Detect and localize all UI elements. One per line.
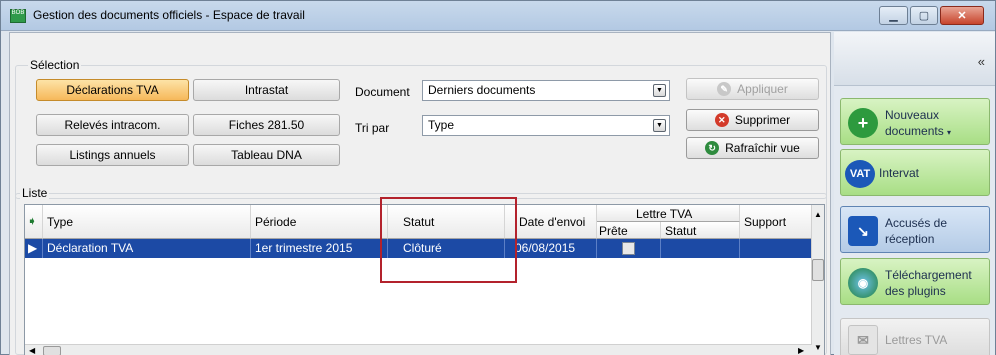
delete-button-label: Supprimer bbox=[734, 113, 791, 127]
plugins-download-label-line1: Téléchargement bbox=[885, 268, 972, 282]
column-header-status[interactable]: Statut bbox=[388, 205, 505, 239]
tab-releves-intracom[interactable]: Relevés intracom. bbox=[36, 114, 189, 136]
arrow-right-icon: ➧ bbox=[27, 214, 38, 228]
minimize-button[interactable]: ▁ bbox=[879, 6, 908, 25]
row-pointer-icon: ▶ bbox=[25, 239, 43, 258]
new-documents-label-line1: Nouveaux bbox=[885, 108, 940, 122]
plus-icon: + bbox=[848, 108, 878, 138]
cell-status: Clôturé bbox=[388, 239, 505, 258]
column-header-support[interactable]: Support bbox=[740, 205, 812, 239]
documents-grid[interactable]: ➧ Type Période Statut Date d'envoi Lettr… bbox=[24, 204, 825, 355]
scroll-right-icon[interactable]: ▶ bbox=[798, 346, 804, 355]
list-group-label: Liste bbox=[20, 186, 50, 200]
selection-group-label: Sélection bbox=[28, 58, 82, 72]
scroll-down-icon[interactable]: ▼ bbox=[814, 343, 822, 352]
intervat-label: Intervat bbox=[879, 166, 920, 180]
document-label: Document bbox=[355, 85, 410, 99]
new-documents-button[interactable]: + Nouveaux documents ▾ bbox=[840, 98, 990, 145]
horizontal-scrollbar[interactable]: ◀ ▶ bbox=[25, 344, 812, 355]
new-documents-label-line2: documents bbox=[885, 124, 944, 138]
dropdown-arrow-icon: ▾ bbox=[947, 128, 952, 137]
new-documents-label: Nouveaux documents ▾ bbox=[885, 107, 951, 141]
minimize-icon: ▁ bbox=[889, 10, 898, 22]
refresh-button[interactable]: ↻ Rafraîchir vue bbox=[686, 137, 819, 159]
title-bar[interactable]: BOB Gestion des documents officiels - Es… bbox=[1, 1, 995, 31]
cell-sent-date: 06/08/2015 bbox=[505, 239, 597, 258]
receipts-button[interactable]: ↘ Accusés de réception bbox=[840, 206, 990, 253]
cell-support bbox=[740, 239, 812, 258]
column-header-ready[interactable]: Prête bbox=[597, 222, 661, 239]
close-icon: ✕ bbox=[957, 10, 967, 22]
vat-letters-label: Lettres TVA bbox=[885, 333, 948, 347]
row-indicator-header: ➧ bbox=[25, 205, 43, 239]
sidebar-collapse-button[interactable]: « bbox=[834, 32, 995, 86]
apply-button-label: Appliquer bbox=[737, 82, 788, 96]
chevron-down-icon[interactable]: ▼ bbox=[653, 84, 666, 97]
vat-icon: VAT bbox=[845, 160, 875, 188]
tab-listings-annuels[interactable]: Listings annuels bbox=[36, 144, 189, 166]
action-sidebar: « + Nouveaux documents ▾ VAT Intervat ↘ … bbox=[834, 32, 995, 355]
table-row[interactable]: ▶ Déclaration TVA 1er trimestre 2015 Clô… bbox=[25, 239, 812, 258]
scroll-up-icon[interactable]: ▲ bbox=[814, 210, 822, 219]
plugins-download-label-line2: des plugins bbox=[885, 284, 946, 298]
globe-icon: ◉ bbox=[848, 268, 878, 298]
column-header-period[interactable]: Période bbox=[251, 205, 388, 239]
receipts-label: Accusés de réception bbox=[885, 215, 947, 247]
column-header-vat-letter[interactable]: Lettre TVA bbox=[597, 205, 740, 222]
cell-period: 1er trimestre 2015 bbox=[251, 239, 388, 258]
sort-select-value: Type bbox=[428, 118, 455, 132]
ready-checkbox[interactable] bbox=[622, 242, 635, 255]
maximize-icon: ▢ bbox=[918, 10, 930, 22]
delete-icon: ✕ bbox=[714, 113, 729, 127]
tab-intrastat[interactable]: Intrastat bbox=[193, 79, 340, 101]
sort-label: Tri par bbox=[355, 121, 390, 135]
document-select-value: Derniers documents bbox=[428, 83, 536, 97]
refresh-icon: ↻ bbox=[705, 141, 720, 155]
cell-ready bbox=[597, 239, 661, 258]
horizontal-scroll-thumb[interactable] bbox=[43, 346, 61, 355]
wrench-icon: ✎ bbox=[717, 82, 732, 96]
receipts-label-line1: Accusés de bbox=[885, 216, 948, 230]
tab-fiches-28150[interactable]: Fiches 281.50 bbox=[193, 114, 340, 136]
cell-letter-status bbox=[661, 239, 740, 258]
apply-button[interactable]: ✎ Appliquer bbox=[686, 78, 819, 100]
letters-icon: ✉ bbox=[848, 325, 878, 355]
main-window: BOB Gestion des documents officiels - Es… bbox=[0, 0, 996, 355]
workspace-panel: Sélection Déclarations TVA Intrastat Rel… bbox=[9, 32, 831, 355]
vertical-scrollbar[interactable]: ▲ ▼ bbox=[811, 205, 824, 355]
scroll-left-icon[interactable]: ◀ bbox=[29, 346, 35, 355]
intervat-button[interactable]: VAT Intervat bbox=[840, 149, 990, 196]
receipts-label-line2: réception bbox=[885, 232, 935, 246]
refresh-button-label: Rafraîchir vue bbox=[725, 141, 800, 155]
vat-letters-button[interactable]: ✉ Lettres TVA bbox=[840, 318, 990, 355]
column-header-sent-date[interactable]: Date d'envoi bbox=[505, 205, 597, 239]
tab-declarations-tva[interactable]: Déclarations TVA bbox=[36, 79, 189, 101]
collapse-icon: « bbox=[977, 54, 985, 69]
cell-type: Déclaration TVA bbox=[43, 239, 251, 258]
delete-button[interactable]: ✕ Supprimer bbox=[686, 109, 819, 131]
plugins-download-label: Téléchargement des plugins bbox=[885, 267, 972, 299]
tab-tableau-dna[interactable]: Tableau DNA bbox=[193, 144, 340, 166]
window-title: Gestion des documents officiels - Espace… bbox=[33, 8, 305, 22]
column-header-type[interactable]: Type bbox=[43, 205, 251, 239]
vertical-scroll-thumb[interactable] bbox=[812, 259, 824, 281]
chevron-down-icon[interactable]: ▼ bbox=[653, 119, 666, 132]
column-header-letter-status[interactable]: Statut bbox=[661, 222, 740, 239]
plugins-download-button[interactable]: ◉ Téléchargement des plugins bbox=[840, 258, 990, 305]
close-button[interactable]: ✕ bbox=[940, 6, 984, 25]
sort-select[interactable]: Type ▼ bbox=[422, 115, 670, 136]
maximize-button[interactable]: ▢ bbox=[910, 6, 938, 25]
app-icon: BOB bbox=[10, 9, 26, 23]
arrow-down-icon: ↘ bbox=[848, 216, 878, 246]
document-select[interactable]: Derniers documents ▼ bbox=[422, 80, 670, 101]
